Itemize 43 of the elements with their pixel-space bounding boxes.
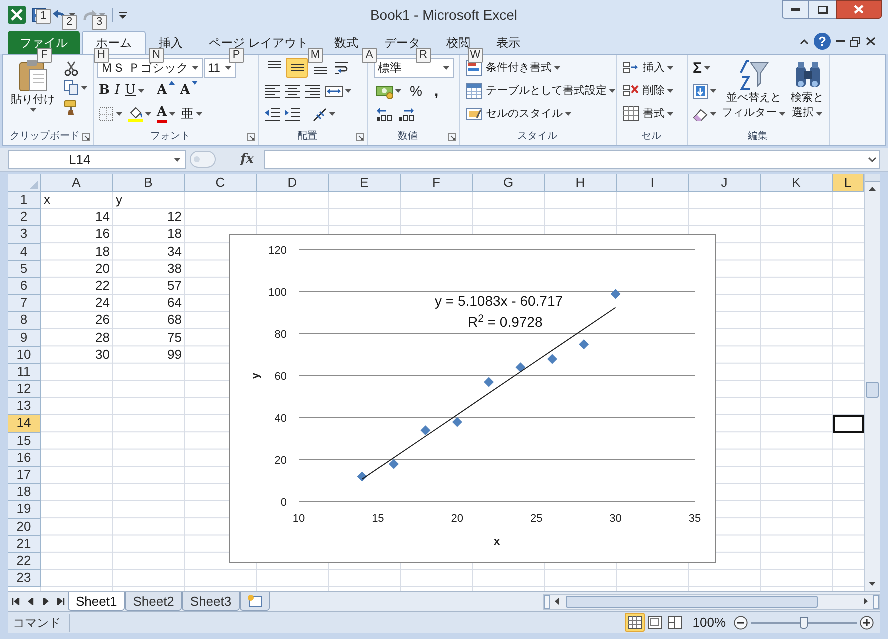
keytip-tooltip: R — [416, 48, 431, 63]
axis-tick-label: 20 — [451, 513, 464, 525]
axis-tick-label: 10 — [292, 513, 306, 525]
group-title: フォント — [150, 130, 192, 144]
axis-title: x — [494, 536, 500, 548]
keytip-tooltip: 2 — [62, 15, 77, 30]
axis-tick-label: 120 — [268, 245, 287, 257]
axis-tick-label: 100 — [268, 287, 287, 299]
group-title: クリップボード — [10, 130, 80, 144]
axis-tick-label: 80 — [274, 329, 287, 341]
status-mode: コマンド — [8, 614, 70, 632]
font-name-value: ＭＳ Ｐゴシック — [101, 60, 188, 77]
keytip-tooltip: H — [94, 48, 109, 63]
keytip-tooltip: P — [229, 48, 244, 63]
axis-tick-label: 15 — [372, 513, 384, 525]
keytip-tooltip: 1 — [36, 9, 51, 24]
glyph-text: Σ — [693, 60, 702, 76]
keytip-tooltip: N — [149, 48, 164, 63]
group-title: 編集 — [747, 130, 769, 144]
keytip-tooltip: 3 — [92, 15, 107, 30]
group-title: 配置 — [296, 130, 318, 144]
axis-tick-label: 30 — [610, 513, 622, 525]
window-title: Book1 - Microsoft Excel — [369, 6, 519, 24]
axis-tick-label: 35 — [688, 513, 702, 525]
paste-label: 貼り付け — [11, 93, 55, 108]
axis-tick-label: 0 — [280, 497, 287, 509]
axis-tick-label: 25 — [530, 513, 543, 525]
keytip-tooltip: F — [37, 48, 52, 63]
group-title: セル — [640, 130, 662, 144]
axis-tick-label: 20 — [274, 455, 287, 467]
keytip-tooltip: M — [308, 48, 323, 63]
axis-title: y — [250, 372, 262, 380]
axis-tick-label: 60 — [274, 371, 287, 383]
font-size-value: 11 — [208, 60, 220, 77]
keytip-tooltip: W — [468, 48, 483, 63]
name-box-value: L14 — [69, 150, 91, 169]
group-title: 数値 — [397, 130, 419, 144]
trendline-label: R$^{2}$ = 0.9728 — [468, 313, 543, 331]
axis-tick-label: 40 — [274, 413, 287, 425]
number-format-value: 標準 — [378, 60, 402, 77]
trendline-label: y = 5.1083x - 60.717 — [435, 292, 564, 310]
keytip-tooltip: A — [362, 48, 377, 63]
group-title: スタイル — [516, 130, 558, 144]
